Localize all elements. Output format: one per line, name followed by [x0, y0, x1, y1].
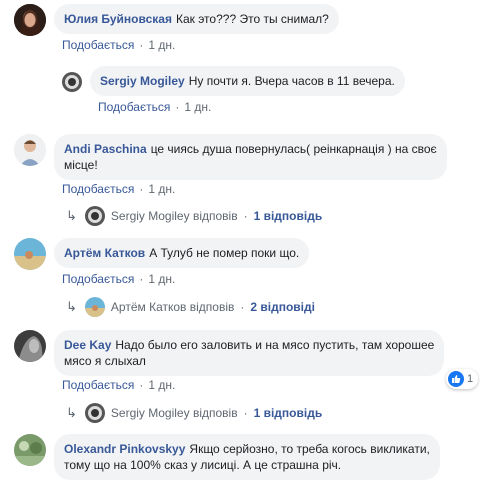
comment-actions: Подобається · 1 дн.: [62, 378, 175, 392]
comment-time[interactable]: 1 дн.: [148, 272, 175, 286]
reply-author[interactable]: Sergiy Mogiley відповів: [111, 209, 238, 223]
separator-dot: ·: [240, 300, 245, 314]
comment-text: мясо я слыхал: [64, 354, 146, 368]
like-reaction-icon: [448, 371, 464, 387]
avatar: [84, 206, 105, 226]
separator-dot: ·: [139, 182, 144, 196]
comment-bubble: Olexandr Pinkovskyy Якщо серйозно, то тре…: [54, 434, 440, 480]
view-replies[interactable]: ↳ Sergiy Mogiley відповів · 1 відповідь: [66, 403, 322, 423]
comment-time[interactable]: 1 дн.: [184, 100, 211, 114]
comment-text: Ну почти я. Вчера часов в 11 вечера.: [188, 74, 395, 88]
comment-time[interactable]: 1 дн.: [148, 182, 175, 196]
comment-bubble: Юлия Буйновская Как это??? Это ты снимал?: [54, 4, 339, 34]
separator-dot: ·: [175, 100, 180, 114]
avatar[interactable]: [14, 434, 46, 466]
comment: Olexandr Pinkovskyy Якщо серйозно, то тре…: [14, 434, 440, 480]
avatar: [84, 403, 105, 423]
comment-text: місце!: [64, 158, 98, 172]
like-link[interactable]: Подобається: [98, 100, 170, 114]
reply-count[interactable]: 1 відповідь: [254, 209, 323, 223]
comment-author[interactable]: Dee Kay: [64, 338, 111, 352]
comment-author[interactable]: Юлия Буйновская: [64, 12, 172, 26]
reply-arrow-icon: ↳: [66, 405, 77, 420]
separator-dot: ·: [139, 272, 144, 286]
separator-dot: ·: [139, 378, 144, 392]
reply-author[interactable]: Артём Катков відповів: [111, 300, 234, 314]
avatar: [84, 297, 105, 317]
view-replies[interactable]: ↳ Артём Катков відповів · 2 відповіді: [66, 297, 315, 317]
comment-time[interactable]: 1 дн.: [148, 378, 175, 392]
comment-bubble: Dee Kay Надо было его заловить и на мясо …: [54, 330, 445, 376]
comment-bubble: Артём Катков А Тулуб не помер поки що.: [54, 238, 310, 268]
comment-bubble: Sergiy Mogiley Ну почти я. Вчера часов в …: [90, 66, 405, 96]
comment-time[interactable]: 1 дн.: [148, 38, 175, 52]
separator-dot: ·: [139, 38, 144, 52]
avatar[interactable]: [14, 4, 46, 36]
reaction-count-value: 1: [467, 373, 474, 385]
avatar[interactable]: [14, 238, 46, 270]
comment-author[interactable]: Olexandr Pinkovskyy: [64, 442, 185, 456]
reply-count[interactable]: 2 відповіді: [250, 300, 315, 314]
like-link[interactable]: Подобається: [62, 378, 134, 392]
comment-actions: Подобається · 1 дн.: [62, 38, 175, 52]
comment-actions: Подобається · 1 дн.: [62, 272, 175, 286]
comment-text: А Тулуб не помер поки що.: [149, 246, 300, 260]
comment-text: це чиясь душа повернулась( реінкарнація …: [150, 142, 437, 156]
reply-comment: Sergiy Mogiley Ну почти я. Вчера часов в …: [62, 66, 405, 96]
comment: Юлия Буйновская Как это??? Это ты снимал?: [14, 4, 339, 36]
reaction-count[interactable]: 1: [446, 369, 479, 389]
avatar[interactable]: [62, 72, 82, 92]
comment-text: Как это??? Это ты снимал?: [175, 12, 329, 26]
separator-dot: ·: [243, 209, 248, 223]
like-link[interactable]: Подобається: [62, 38, 134, 52]
comment-text: тому що на 100% сказ у лисиці. А це стра…: [64, 458, 342, 472]
avatar[interactable]: [14, 134, 46, 166]
comment: Артём Катков А Тулуб не помер поки що.: [14, 238, 310, 270]
comment-text: Якщо серйозно, то треба когось викликати…: [189, 442, 430, 456]
comment-author[interactable]: Sergiy Mogiley: [100, 74, 185, 88]
avatar[interactable]: [14, 330, 46, 362]
like-link[interactable]: Подобається: [62, 182, 134, 196]
reply-author[interactable]: Sergiy Mogiley відповів: [111, 406, 238, 420]
comment-author[interactable]: Артём Катков: [64, 246, 145, 260]
comment: Dee Kay Надо было его заловить и на мясо …: [14, 330, 445, 376]
like-link[interactable]: Подобається: [62, 272, 134, 286]
comment-bubble: Andi Paschina це чиясь душа повернулась( …: [54, 134, 447, 180]
comment-author[interactable]: Andi Paschina: [64, 142, 147, 156]
comment-text: Надо было его заловить и на мясо пустить…: [115, 338, 435, 352]
reply-count[interactable]: 1 відповідь: [254, 406, 323, 420]
comment-actions: Подобається · 1 дн.: [62, 182, 175, 196]
comment: Andi Paschina це чиясь душа повернулась( …: [14, 134, 447, 180]
view-replies[interactable]: ↳ Sergiy Mogiley відповів · 1 відповідь: [66, 206, 322, 226]
reply-arrow-icon: ↳: [66, 208, 77, 223]
separator-dot: ·: [243, 406, 248, 420]
comment-actions: Подобається · 1 дн.: [98, 100, 211, 114]
reply-arrow-icon: ↳: [66, 299, 77, 314]
